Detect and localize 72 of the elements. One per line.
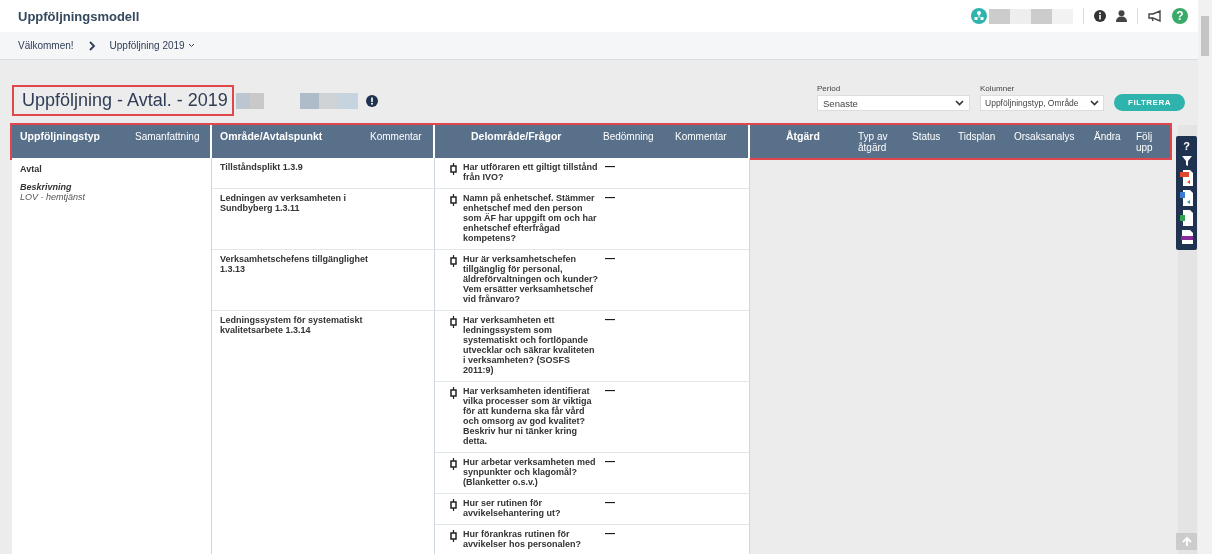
assessment-value: — bbox=[605, 529, 615, 539]
assessment-value: — bbox=[605, 386, 615, 396]
table-cell-text: Hur förankras rutinen för avvikelser hos personalen? bbox=[463, 529, 583, 549]
table-cell-text: Ledningssystem för systematiskt kvalitetsarbete 1.3.14 bbox=[220, 315, 364, 335]
breadcrumb-link[interactable]: Välkommen! bbox=[18, 40, 74, 51]
megaphone-icon[interactable] bbox=[1148, 10, 1162, 22]
arrow-up-icon bbox=[1181, 536, 1192, 547]
filter-dropdown[interactable]: Senaste bbox=[817, 95, 971, 111]
page-title: Uppföljning - Avtal. - 2019 bbox=[12, 85, 234, 116]
table-cell-text: Hur ser rutinen för avvikelsehantering ut? bbox=[463, 498, 562, 518]
table-cell-text: Namn på enhetschef. Stämmer enhetschef med den person som ÄF har uppgift om och har enhetschef efterfrågad kompetens? bbox=[463, 193, 598, 243]
column-header: Åtgärd bbox=[785, 131, 821, 142]
table-cell-text: Har verksamheten ett ledningssystem som systematiskt och fortlöpande utvecklar och säkrar kvaliteten i verksamheten? (SOSFS 2011:9) bbox=[463, 315, 596, 375]
table-cell: Hur är verksamhetschefen tillgänglig för personal, äldreförvaltningen och kunder? Vem ersätter verksamhetschef vid frånvaro? bbox=[463, 254, 599, 304]
column-header: Kommentar bbox=[370, 131, 423, 142]
column-header: Typ av åtgärd bbox=[858, 131, 889, 153]
excel-file-icon[interactable] bbox=[1179, 210, 1194, 226]
caret-icon bbox=[187, 43, 195, 48]
column-header: Bedömning bbox=[603, 131, 655, 142]
candlestick-icon[interactable] bbox=[450, 387, 457, 399]
candlestick-icon[interactable] bbox=[450, 458, 457, 470]
column-header: Delområde/Frågor bbox=[470, 131, 563, 142]
app-title: Uppföljningsmodell bbox=[18, 8, 140, 24]
table-cell-text: Hur arbetar verksamheten med synpunkter och klagomål? (Blanketter o.s.v.) bbox=[463, 457, 597, 487]
user-icon[interactable] bbox=[1116, 10, 1127, 22]
info-icon[interactable] bbox=[1094, 10, 1106, 22]
document-icon[interactable] bbox=[1179, 230, 1194, 244]
assessment-value: — bbox=[605, 193, 615, 203]
table-cell-text: Avtal bbox=[20, 164, 43, 174]
organization-icon[interactable] bbox=[971, 8, 987, 24]
column-header: Status bbox=[912, 131, 942, 142]
redacted-block bbox=[299, 92, 358, 109]
info-icon[interactable] bbox=[365, 94, 378, 107]
candlestick-icon[interactable] bbox=[450, 194, 457, 206]
assessment-value: — bbox=[605, 162, 615, 172]
column-header: Område/Avtalspunkt bbox=[220, 131, 324, 142]
column-header: Följ upp bbox=[1136, 131, 1154, 153]
table-cell-text: Tillståndsplikt 1.3.9 bbox=[220, 162, 304, 172]
redacted-block bbox=[235, 92, 264, 109]
candlestick-icon[interactable] bbox=[450, 255, 457, 267]
column-header: Samanfattning bbox=[135, 131, 201, 142]
table-cell: Har utföraren ett giltigt tillstånd från IVO? bbox=[463, 162, 599, 182]
description-text: LOV - hemtjänst bbox=[20, 192, 87, 202]
table-cell-text: Verksamhetschefens tillgänglighet 1.3.13 bbox=[220, 254, 370, 274]
table-cell-text: Ledningen av verksamheten i Sundbyberg 1.3.11 bbox=[220, 193, 348, 213]
column-header: Uppföljningstyp bbox=[20, 131, 101, 142]
assessment-value: — bbox=[605, 457, 615, 467]
filter-label: Period bbox=[817, 84, 842, 93]
help-button[interactable]: ? bbox=[1183, 141, 1190, 152]
breadcrumb-link[interactable]: Uppföljning 2019 bbox=[109, 40, 195, 51]
assessment-value: — bbox=[605, 498, 615, 508]
candlestick-icon[interactable] bbox=[450, 499, 457, 511]
assessment-value: — bbox=[605, 315, 615, 325]
pdf-file-icon[interactable] bbox=[1179, 170, 1194, 186]
assessment-value: — bbox=[605, 254, 615, 264]
candlestick-icon[interactable] bbox=[450, 163, 457, 175]
word-file-icon[interactable] bbox=[1179, 190, 1194, 206]
column-header: Tidsplan bbox=[958, 131, 997, 142]
chevron-down-icon bbox=[955, 100, 965, 106]
candlestick-icon[interactable] bbox=[450, 316, 457, 328]
scrollbar-thumb[interactable] bbox=[1201, 16, 1209, 56]
filter-dropdown[interactable]: Uppföljningstyp, Område bbox=[980, 95, 1105, 111]
filter-icon[interactable] bbox=[1181, 156, 1192, 166]
candlestick-icon[interactable] bbox=[450, 530, 457, 542]
description-label: Beskrivning bbox=[20, 182, 73, 192]
chevron-down-icon bbox=[1090, 100, 1100, 106]
column-header: Orsaksanalys bbox=[1014, 131, 1076, 142]
table-cell-text: Har verksamheten identifierat vilka processer som är viktiga för att kunderna ska får vård och omsorg av god kvalitet? Beskriv hur ni tänker kring detta. bbox=[463, 386, 593, 446]
filter-label: Kolumner bbox=[980, 84, 1016, 93]
column-header: Kommentar bbox=[675, 131, 728, 142]
column-header: Ändra bbox=[1094, 131, 1122, 142]
chevron-right-icon bbox=[87, 40, 96, 51]
